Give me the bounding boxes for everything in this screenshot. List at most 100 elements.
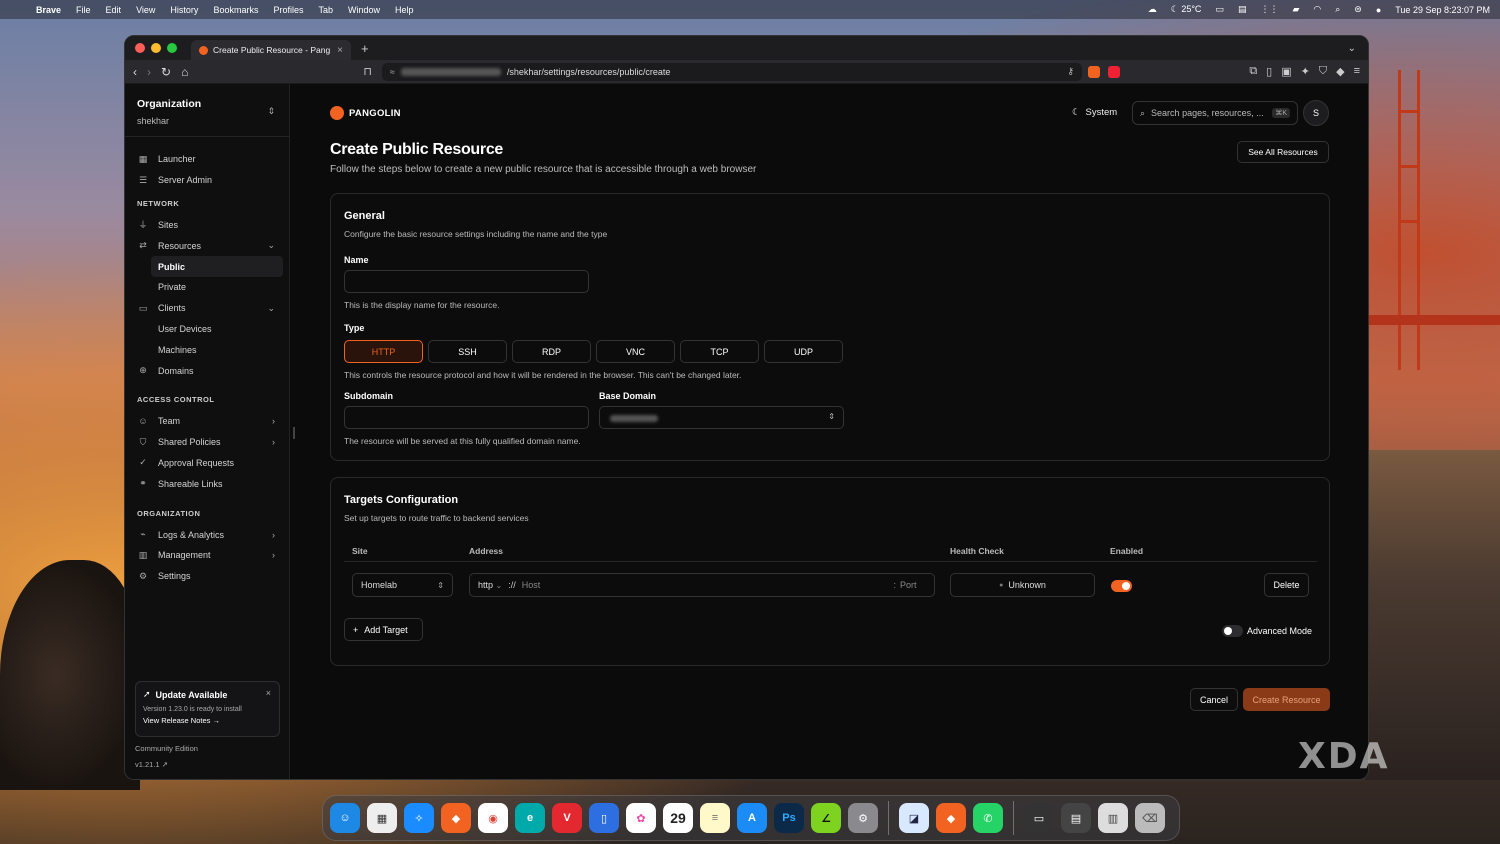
create-resource-button[interactable]: Create Resource <box>1243 688 1330 711</box>
trash-icon[interactable]: ⌫ <box>1135 803 1165 833</box>
cancel-button[interactable]: Cancel <box>1190 688 1238 711</box>
type-http-button[interactable]: HTTP <box>344 340 423 363</box>
calendar-icon[interactable]: 29 <box>663 803 693 833</box>
search-icon[interactable]: ⌕ <box>1335 4 1340 15</box>
simulator-icon[interactable]: ▯ <box>589 803 619 833</box>
preview-icon[interactable]: ◪ <box>899 803 929 833</box>
profile-icon[interactable]: ◆ <box>1336 65 1344 78</box>
recent-window-icon[interactable]: ▭ <box>1024 803 1054 833</box>
downloads-stack-icon[interactable]: ▤ <box>1061 803 1091 833</box>
close-tab-icon[interactable]: × <box>337 45 343 56</box>
site-select[interactable]: Homelab ⇕ <box>352 573 453 597</box>
sidebar-item-sites[interactable]: ⏚ Sites <box>125 215 289 236</box>
back-icon[interactable]: ‹ <box>133 65 137 79</box>
extensions-icon[interactable]: ⧉ <box>1249 65 1257 78</box>
control-center-icon[interactable]: ⊜ <box>1354 4 1362 15</box>
wallet-icon[interactable]: ▣ <box>1281 65 1291 78</box>
home-icon[interactable]: ⌂ <box>181 65 188 79</box>
edge-icon[interactable]: e <box>515 803 545 833</box>
sidebar-toggle-icon[interactable]: ▯ <box>1266 65 1272 78</box>
scheme-select[interactable]: http ⌄ <box>478 580 502 590</box>
reload-icon[interactable]: ↻ <box>161 65 171 79</box>
type-ssh-button[interactable]: SSH <box>428 340 507 363</box>
chevron-down-icon[interactable]: ⌄ <box>1348 43 1356 54</box>
menu-file[interactable]: File <box>76 5 91 15</box>
battery-icon[interactable]: ▰ <box>1292 4 1299 15</box>
menu-profiles[interactable]: Profiles <box>273 5 303 15</box>
version-link[interactable]: v1.21.1 ↗ <box>135 760 168 769</box>
name-input[interactable] <box>344 270 589 293</box>
org-switcher[interactable]: Organization shekhar ⇕ <box>125 84 289 137</box>
vpn-icon[interactable]: ⛉ <box>1319 65 1327 78</box>
address-bar[interactable]: ≈ /shekhar/settings/resources/public/cre… <box>381 62 1082 81</box>
sidebar-item-shared-policies[interactable]: ⛉ Shared Policies › <box>125 432 289 453</box>
subdomain-input[interactable] <box>344 406 589 429</box>
menu-app-name[interactable]: Brave <box>36 5 61 15</box>
menubar-clock[interactable]: Tue 29 Sep 8:23:07 PM <box>1395 5 1490 15</box>
notes-icon[interactable]: ≡ <box>700 803 730 833</box>
sidebar-item-server-admin[interactable]: ☰ Server Admin <box>125 170 289 191</box>
wifi-icon[interactable]: ◠ <box>1313 4 1321 15</box>
type-tcp-button[interactable]: TCP <box>680 340 759 363</box>
sidebar-item-shareable-links[interactable]: ⚭ Shareable Links <box>125 473 289 494</box>
chrome-icon[interactable]: ◉ <box>478 803 508 833</box>
brand-logo[interactable]: PANGOLIN <box>330 106 401 120</box>
theme-toggle[interactable]: ☾ System <box>1072 107 1117 118</box>
leo-ai-icon[interactable]: ✦ <box>1301 65 1310 78</box>
finder-icon[interactable]: ☺ <box>330 803 360 833</box>
browser-tab[interactable]: Create Public Resource - Pang × <box>191 40 351 60</box>
advanced-mode-toggle[interactable] <box>1222 625 1243 637</box>
search-input[interactable]: ⌕ Search pages, resources, ... ⌘K <box>1132 101 1298 125</box>
avatar[interactable]: S <box>1303 100 1329 126</box>
sidebar-item-private[interactable]: Private <box>125 277 289 298</box>
type-vnc-button[interactable]: VNC <box>596 340 675 363</box>
safari-icon[interactable]: ✧ <box>404 803 434 833</box>
photos-icon[interactable]: ✿ <box>626 803 656 833</box>
brave-shields-icon[interactable] <box>1087 65 1100 78</box>
health-check-button[interactable]: ● Unknown <box>950 573 1095 597</box>
maximize-window-button[interactable] <box>167 43 177 53</box>
screen-icon[interactable]: ▤ <box>1238 4 1247 15</box>
launchpad-icon[interactable]: ▦ <box>367 803 397 833</box>
sidebar-item-settings[interactable]: ⚙ Settings <box>125 566 289 587</box>
sidebar-item-clients[interactable]: ▭ Clients ⌄ <box>125 298 289 319</box>
port-input[interactable]: Port <box>900 580 926 590</box>
menu-view[interactable]: View <box>136 5 155 15</box>
system-settings-icon[interactable]: ⚙ <box>848 803 878 833</box>
key-icon[interactable]: ⚷ <box>1067 66 1074 77</box>
sidebar-item-logs[interactable]: ⌁ Logs & Analytics › <box>125 524 289 545</box>
bookmark-icon[interactable]: ⊓ <box>363 65 372 78</box>
menu-help[interactable]: Help <box>395 5 414 15</box>
sidebar-item-machines[interactable]: Machines <box>125 339 289 360</box>
release-notes-link[interactable]: View Release Notes → <box>143 716 272 725</box>
sidebar-item-resources[interactable]: ⇄ Resources ⌄ <box>125 235 289 256</box>
type-rdp-button[interactable]: RDP <box>512 340 591 363</box>
photoshop-icon[interactable]: Ps <box>774 803 804 833</box>
close-window-button[interactable] <box>135 43 145 53</box>
see-all-resources-button[interactable]: See All Resources <box>1237 141 1329 163</box>
cloud-icon[interactable]: ☁ <box>1148 4 1157 15</box>
forward-icon[interactable]: › <box>147 65 151 79</box>
brave-rewards-icon[interactable] <box>1107 65 1120 78</box>
menu-tab[interactable]: Tab <box>318 5 333 15</box>
upwork-icon[interactable]: ∠ <box>811 803 841 833</box>
sidebar-item-launcher[interactable]: ▦ Launcher <box>125 149 289 170</box>
sidebar-item-approval-requests[interactable]: ✓ Approval Requests <box>125 453 289 474</box>
host-input[interactable]: Host <box>522 580 541 590</box>
menu-bookmarks[interactable]: Bookmarks <box>213 5 258 15</box>
sidebar-item-management[interactable]: ▥ Management › <box>125 545 289 566</box>
brave-nightly-icon[interactable]: ◆ <box>936 803 966 833</box>
base-domain-select[interactable]: ⇕ <box>599 406 844 429</box>
menu-edit[interactable]: Edit <box>106 5 122 15</box>
app-store-icon[interactable]: A <box>737 803 767 833</box>
weather-widget[interactable]: ☾ 25°C <box>1171 4 1202 15</box>
site-settings-icon[interactable]: ≈ <box>390 67 395 77</box>
new-tab-icon[interactable]: + <box>361 41 369 56</box>
menu-window[interactable]: Window <box>348 5 380 15</box>
sidebar-item-team[interactable]: ☺ Team › <box>125 411 289 432</box>
grid-icon[interactable]: ⋮⋮ <box>1260 4 1278 15</box>
display-icon[interactable]: ▭ <box>1215 4 1224 15</box>
add-target-button[interactable]: + Add Target <box>344 618 423 641</box>
sidebar-item-domains[interactable]: ⊕ Domains <box>125 360 289 381</box>
vivaldi-icon[interactable]: V <box>552 803 582 833</box>
